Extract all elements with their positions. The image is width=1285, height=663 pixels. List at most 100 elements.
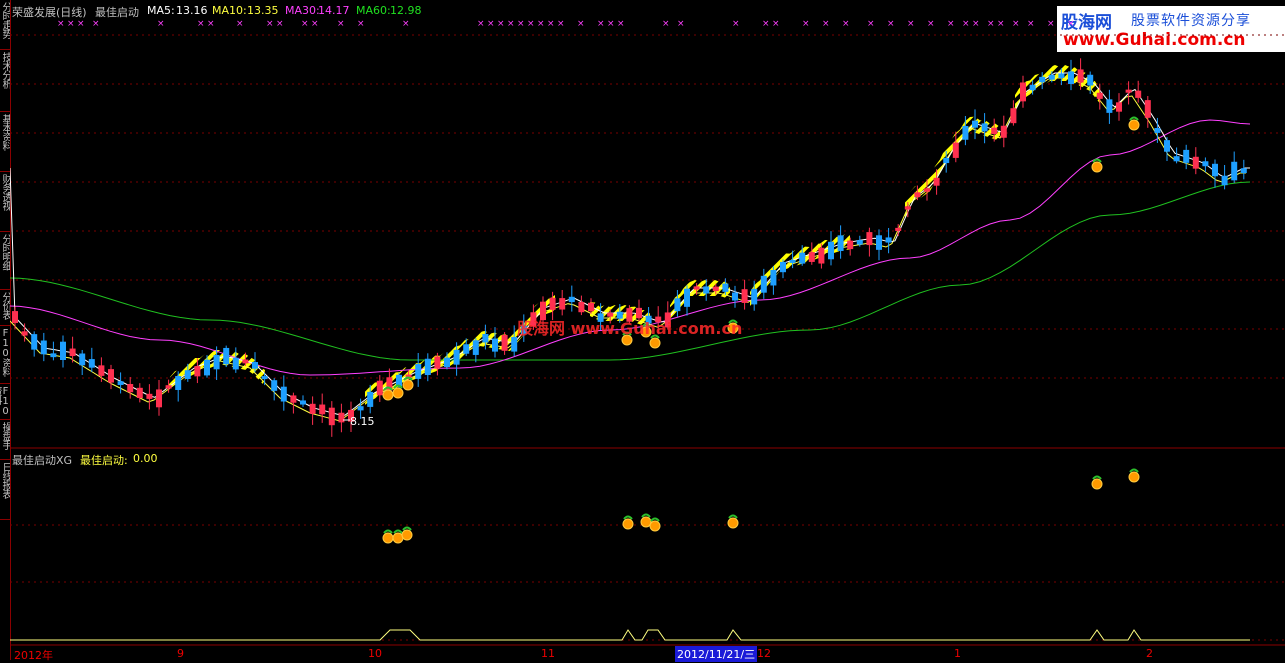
candle-down	[828, 241, 834, 260]
sidebar-tab-8[interactable]: 操盘手	[0, 420, 10, 460]
candle-down	[722, 283, 729, 292]
highlight-band	[905, 116, 1000, 218]
sidebar-tab-9[interactable]: 日线报表	[0, 460, 10, 520]
candle-up	[741, 289, 748, 303]
candle-up	[914, 192, 921, 198]
signal-x-marker: ×	[67, 19, 75, 29]
candle-up	[98, 365, 105, 376]
signal-fruit	[1128, 119, 1140, 131]
signal-fruit	[649, 337, 661, 349]
candle-up	[712, 286, 719, 292]
signal-x-marker: ×	[497, 19, 505, 29]
candle-down	[444, 357, 450, 368]
candle-down	[1221, 175, 1228, 186]
sidebar-tab-6[interactable]: F10资料	[0, 326, 10, 384]
candle-up	[1144, 100, 1151, 118]
candle-up	[1192, 156, 1199, 169]
candle-up	[328, 407, 335, 426]
candle-down	[1183, 149, 1190, 163]
sidebar-tab-1[interactable]: 技术分析	[0, 50, 10, 112]
signal-x-marker: ×	[537, 19, 545, 29]
subchart-signal-fruit	[649, 520, 661, 532]
signal-x-marker: ×	[527, 19, 535, 29]
candle-down	[684, 288, 690, 307]
signal-fruit	[1091, 161, 1103, 173]
candle-down	[223, 347, 230, 365]
signal-step-line	[10, 629, 1250, 641]
candle-up	[1020, 82, 1026, 102]
signal-x-marker: ×	[1067, 19, 1075, 29]
signal-x-marker: ×	[677, 19, 685, 29]
sidebar-tab-4[interactable]: 分时明细	[0, 232, 10, 290]
sidebar-tab-7[interactable]: F10资料F10	[0, 384, 10, 420]
candle-down	[1164, 140, 1170, 152]
candle-down	[367, 391, 374, 407]
date-label-2012: 2012年	[14, 649, 53, 662]
candle-up	[434, 356, 441, 369]
candle-down	[981, 123, 988, 132]
candle-down	[1087, 74, 1094, 86]
candle-up	[376, 380, 383, 396]
candle-down	[1202, 161, 1209, 167]
subchart-signal-fruit	[392, 532, 404, 544]
candle-down	[482, 333, 489, 343]
candle-up	[1096, 92, 1103, 99]
candle-up	[847, 240, 854, 250]
signal-x-marker: ×	[987, 19, 995, 29]
candle-down	[31, 334, 38, 350]
candle-up	[559, 298, 566, 310]
candle-down	[492, 338, 498, 352]
signal-x-marker: ×	[57, 19, 65, 29]
candle-down	[511, 337, 518, 352]
candle-up	[194, 366, 201, 377]
candle-down	[40, 340, 47, 355]
signal-x-marker: ×	[197, 19, 205, 29]
low-price-marker: 8.15	[350, 415, 375, 428]
signal-x-marker: ×	[402, 19, 410, 29]
candle-down	[1231, 161, 1238, 181]
candle-down	[732, 292, 738, 301]
signal-fruit	[402, 379, 414, 391]
candle-down	[674, 298, 681, 312]
candle-down	[703, 286, 710, 294]
date-label-12: 12	[757, 647, 771, 660]
signal-x-marker: ×	[617, 19, 625, 29]
candle-down	[453, 349, 460, 365]
signal-x-marker: ×	[867, 19, 875, 29]
sidebar-tab-3[interactable]: 财务透视	[0, 172, 10, 232]
signal-x-marker: ×	[1027, 19, 1035, 29]
sidebar-tab-5[interactable]: 分价表	[0, 290, 10, 326]
candle-down	[60, 341, 66, 360]
sidebar-tab-0[interactable]: 分时走势	[0, 0, 10, 50]
candle-down	[271, 380, 278, 391]
candle-down	[472, 340, 479, 355]
signal-x-marker: ×	[276, 19, 284, 29]
candle-up	[146, 393, 153, 399]
signal-x-marker: ×	[947, 19, 955, 29]
subchart-title: 最佳启动XG	[12, 454, 73, 467]
highlight-band	[750, 234, 850, 306]
candle-down	[396, 374, 402, 387]
candle-down	[50, 353, 57, 358]
sidebar-tab-2[interactable]: 基本资料	[0, 112, 10, 172]
candle-up	[156, 389, 162, 408]
candle-up	[242, 359, 249, 364]
subchart-value-label: 最佳启动:	[80, 454, 128, 467]
signal-x-marker: ×	[927, 19, 935, 29]
candle-down	[1212, 163, 1218, 177]
date-label-11: 11	[541, 647, 555, 660]
candle-down	[184, 370, 191, 379]
candle-up	[952, 142, 959, 158]
candle-up	[578, 302, 585, 313]
subchart-signal-fruit	[727, 517, 739, 529]
signal-x-marker: ×	[772, 19, 780, 29]
candle-up	[895, 227, 902, 232]
signal-x-marker: ×	[842, 19, 850, 29]
candle-down	[280, 386, 287, 402]
subchart-signal-fruit	[401, 529, 413, 541]
candle-up	[693, 286, 700, 290]
signal-x-marker: ×	[732, 19, 740, 29]
signal-x-marker: ×	[207, 19, 215, 29]
candle-down	[837, 235, 844, 251]
date-label-10: 10	[368, 647, 382, 660]
